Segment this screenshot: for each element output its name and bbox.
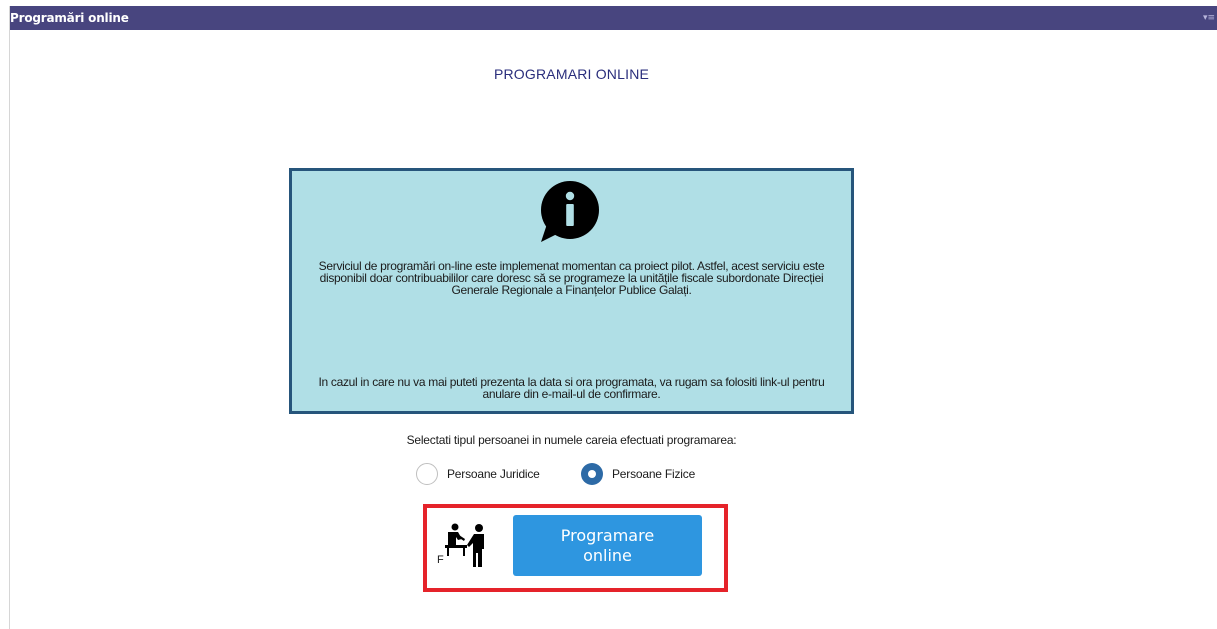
menu-icon[interactable]: ▾≡ xyxy=(1203,13,1215,23)
radio-circle[interactable] xyxy=(416,463,438,485)
info-speech-bubble-icon xyxy=(541,181,599,242)
people-at-desk-icon xyxy=(445,523,484,567)
page-title: PROGRAMARI ONLINE xyxy=(493,66,650,82)
programare-online-button[interactable]: Programare online xyxy=(513,515,702,576)
info-paragraph-cancel: In cazul in care nu va mai puteti prezen… xyxy=(318,375,825,401)
radio-persoane-fizice[interactable]: Persoane Fizice xyxy=(581,462,695,486)
person-type-prompt: Selectati tipul persoanei in numele care… xyxy=(406,433,737,447)
radio-label: Persoane Fizice xyxy=(612,467,696,481)
window-title: Programări online xyxy=(10,11,129,25)
radio-label: Persoane Juridice xyxy=(447,467,540,481)
info-paragraph-pilot: Serviciul de programări on-line este imp… xyxy=(318,259,825,297)
person-type-letter: F xyxy=(437,554,444,566)
window-titlebar: Programări online ▾≡ xyxy=(10,6,1217,30)
info-panel: Serviciul de programări on-line este imp… xyxy=(289,168,854,414)
radio-persoane-juridice[interactable]: Persoane Juridice xyxy=(416,462,540,486)
radio-circle[interactable] xyxy=(581,463,603,485)
